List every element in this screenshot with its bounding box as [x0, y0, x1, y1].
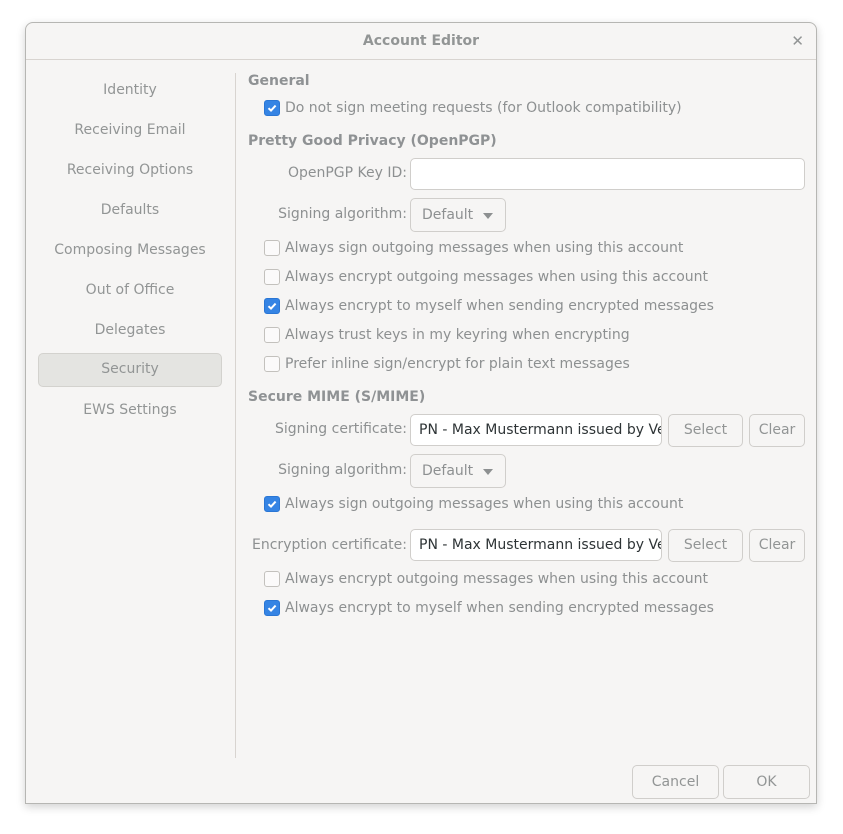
sidebar-item-receiving-options[interactable]: Receiving Options — [38, 154, 222, 186]
no-sign-meeting-checkbox[interactable]: Do not sign meeting requests (for Outloo… — [264, 100, 682, 116]
cancel-button[interactable]: Cancel — [632, 765, 719, 799]
checkbox-unchecked-icon — [264, 327, 280, 343]
dropdown-value: Default — [422, 207, 474, 223]
openpgp-signing-algorithm-label: Signing algorithm: — [278, 206, 407, 222]
checkbox-label: Always encrypt outgoing messages when us… — [285, 269, 709, 285]
openpgp-key-id-input[interactable] — [410, 158, 805, 190]
openpgp-key-id-label: OpenPGP Key ID: — [287, 165, 407, 181]
signing-certificate-input[interactable]: PN - Max Mustermann issued by Ver — [410, 414, 662, 446]
checkbox-label: Always encrypt to myself when sending en… — [285, 600, 714, 616]
pgp-trust-keys-checkbox[interactable]: Always trust keys in my keyring when enc… — [264, 327, 630, 343]
sidebar-item-composing-messages[interactable]: Composing Messages — [38, 234, 222, 266]
sidebar-item-security[interactable]: Security — [38, 353, 222, 387]
sidebar-item-receiving-email[interactable]: Receiving Email — [38, 114, 222, 146]
checkbox-label: Do not sign meeting requests (for Outloo… — [285, 100, 682, 116]
checkbox-label: Always trust keys in my keyring when enc… — [285, 327, 630, 343]
chevron-down-icon — [483, 213, 493, 219]
ok-button[interactable]: OK — [723, 765, 810, 799]
smime-always-sign-checkbox[interactable]: Always sign outgoing messages when using… — [264, 496, 683, 512]
chevron-down-icon — [483, 469, 493, 475]
smime-encrypt-to-self-checkbox[interactable]: Always encrypt to myself when sending en… — [264, 600, 714, 616]
checkbox-checked-icon — [264, 100, 280, 116]
window-title: Account Editor — [362, 33, 480, 49]
checkbox-unchecked-icon — [264, 356, 280, 372]
encryption-cert-clear-button[interactable]: Clear — [749, 529, 805, 562]
signing-cert-select-button[interactable]: Select — [668, 414, 743, 447]
general-section-title: General — [248, 73, 310, 89]
sidebar-item-delegates[interactable]: Delegates — [38, 314, 222, 346]
checkbox-checked-icon — [264, 600, 280, 616]
checkbox-unchecked-icon — [264, 571, 280, 587]
sidebar-item-identity[interactable]: Identity — [38, 74, 222, 106]
smime-signing-algorithm-dropdown[interactable]: Default — [410, 454, 506, 488]
smime-always-encrypt-checkbox[interactable]: Always encrypt outgoing messages when us… — [264, 571, 708, 587]
sidebar-item-out-of-office[interactable]: Out of Office — [38, 274, 222, 306]
checkbox-label: Prefer inline sign/encrypt for plain tex… — [285, 356, 630, 372]
pgp-encrypt-to-self-checkbox[interactable]: Always encrypt to myself when sending en… — [264, 298, 714, 314]
checkbox-label: Always encrypt to myself when sending en… — [285, 298, 714, 314]
checkbox-unchecked-icon — [264, 240, 280, 256]
checkbox-checked-icon — [264, 496, 280, 512]
checkbox-label: Always sign outgoing messages when using… — [285, 496, 684, 512]
sidebar-item-defaults[interactable]: Defaults — [38, 194, 222, 226]
encryption-certificate-input[interactable]: PN - Max Mustermann issued by Ver — [410, 529, 662, 561]
sidebar-item-ews-settings[interactable]: EWS Settings — [38, 394, 222, 426]
sidebar: Identity Receiving Email Receiving Optio… — [26, 61, 236, 766]
openpgp-section-title: Pretty Good Privacy (OpenPGP) — [248, 133, 497, 149]
signing-certificate-label: Signing certificate: — [275, 421, 407, 437]
encryption-certificate-label: Encryption certificate: — [252, 537, 407, 553]
pgp-always-sign-checkbox[interactable]: Always sign outgoing messages when using… — [264, 240, 683, 256]
sidebar-separator — [235, 73, 236, 758]
smime-signing-algorithm-label: Signing algorithm: — [278, 462, 407, 478]
dropdown-value: Default — [422, 463, 474, 479]
openpgp-signing-algorithm-dropdown[interactable]: Default — [410, 198, 506, 232]
checkbox-unchecked-icon — [264, 269, 280, 285]
checkbox-checked-icon — [264, 298, 280, 314]
close-icon[interactable]: ✕ — [791, 32, 804, 50]
pgp-always-encrypt-checkbox[interactable]: Always encrypt outgoing messages when us… — [264, 269, 708, 285]
titlebar: Account Editor ✕ — [26, 23, 816, 60]
smime-section-title: Secure MIME (S/MIME) — [248, 389, 426, 405]
encryption-cert-select-button[interactable]: Select — [668, 529, 743, 562]
checkbox-label: Always sign outgoing messages when using… — [285, 240, 684, 256]
checkbox-label: Always encrypt outgoing messages when us… — [285, 571, 709, 587]
pgp-prefer-inline-checkbox[interactable]: Prefer inline sign/encrypt for plain tex… — [264, 356, 630, 372]
account-editor-window: Account Editor ✕ Identity Receiving Emai… — [25, 22, 817, 804]
signing-cert-clear-button[interactable]: Clear — [749, 414, 805, 447]
